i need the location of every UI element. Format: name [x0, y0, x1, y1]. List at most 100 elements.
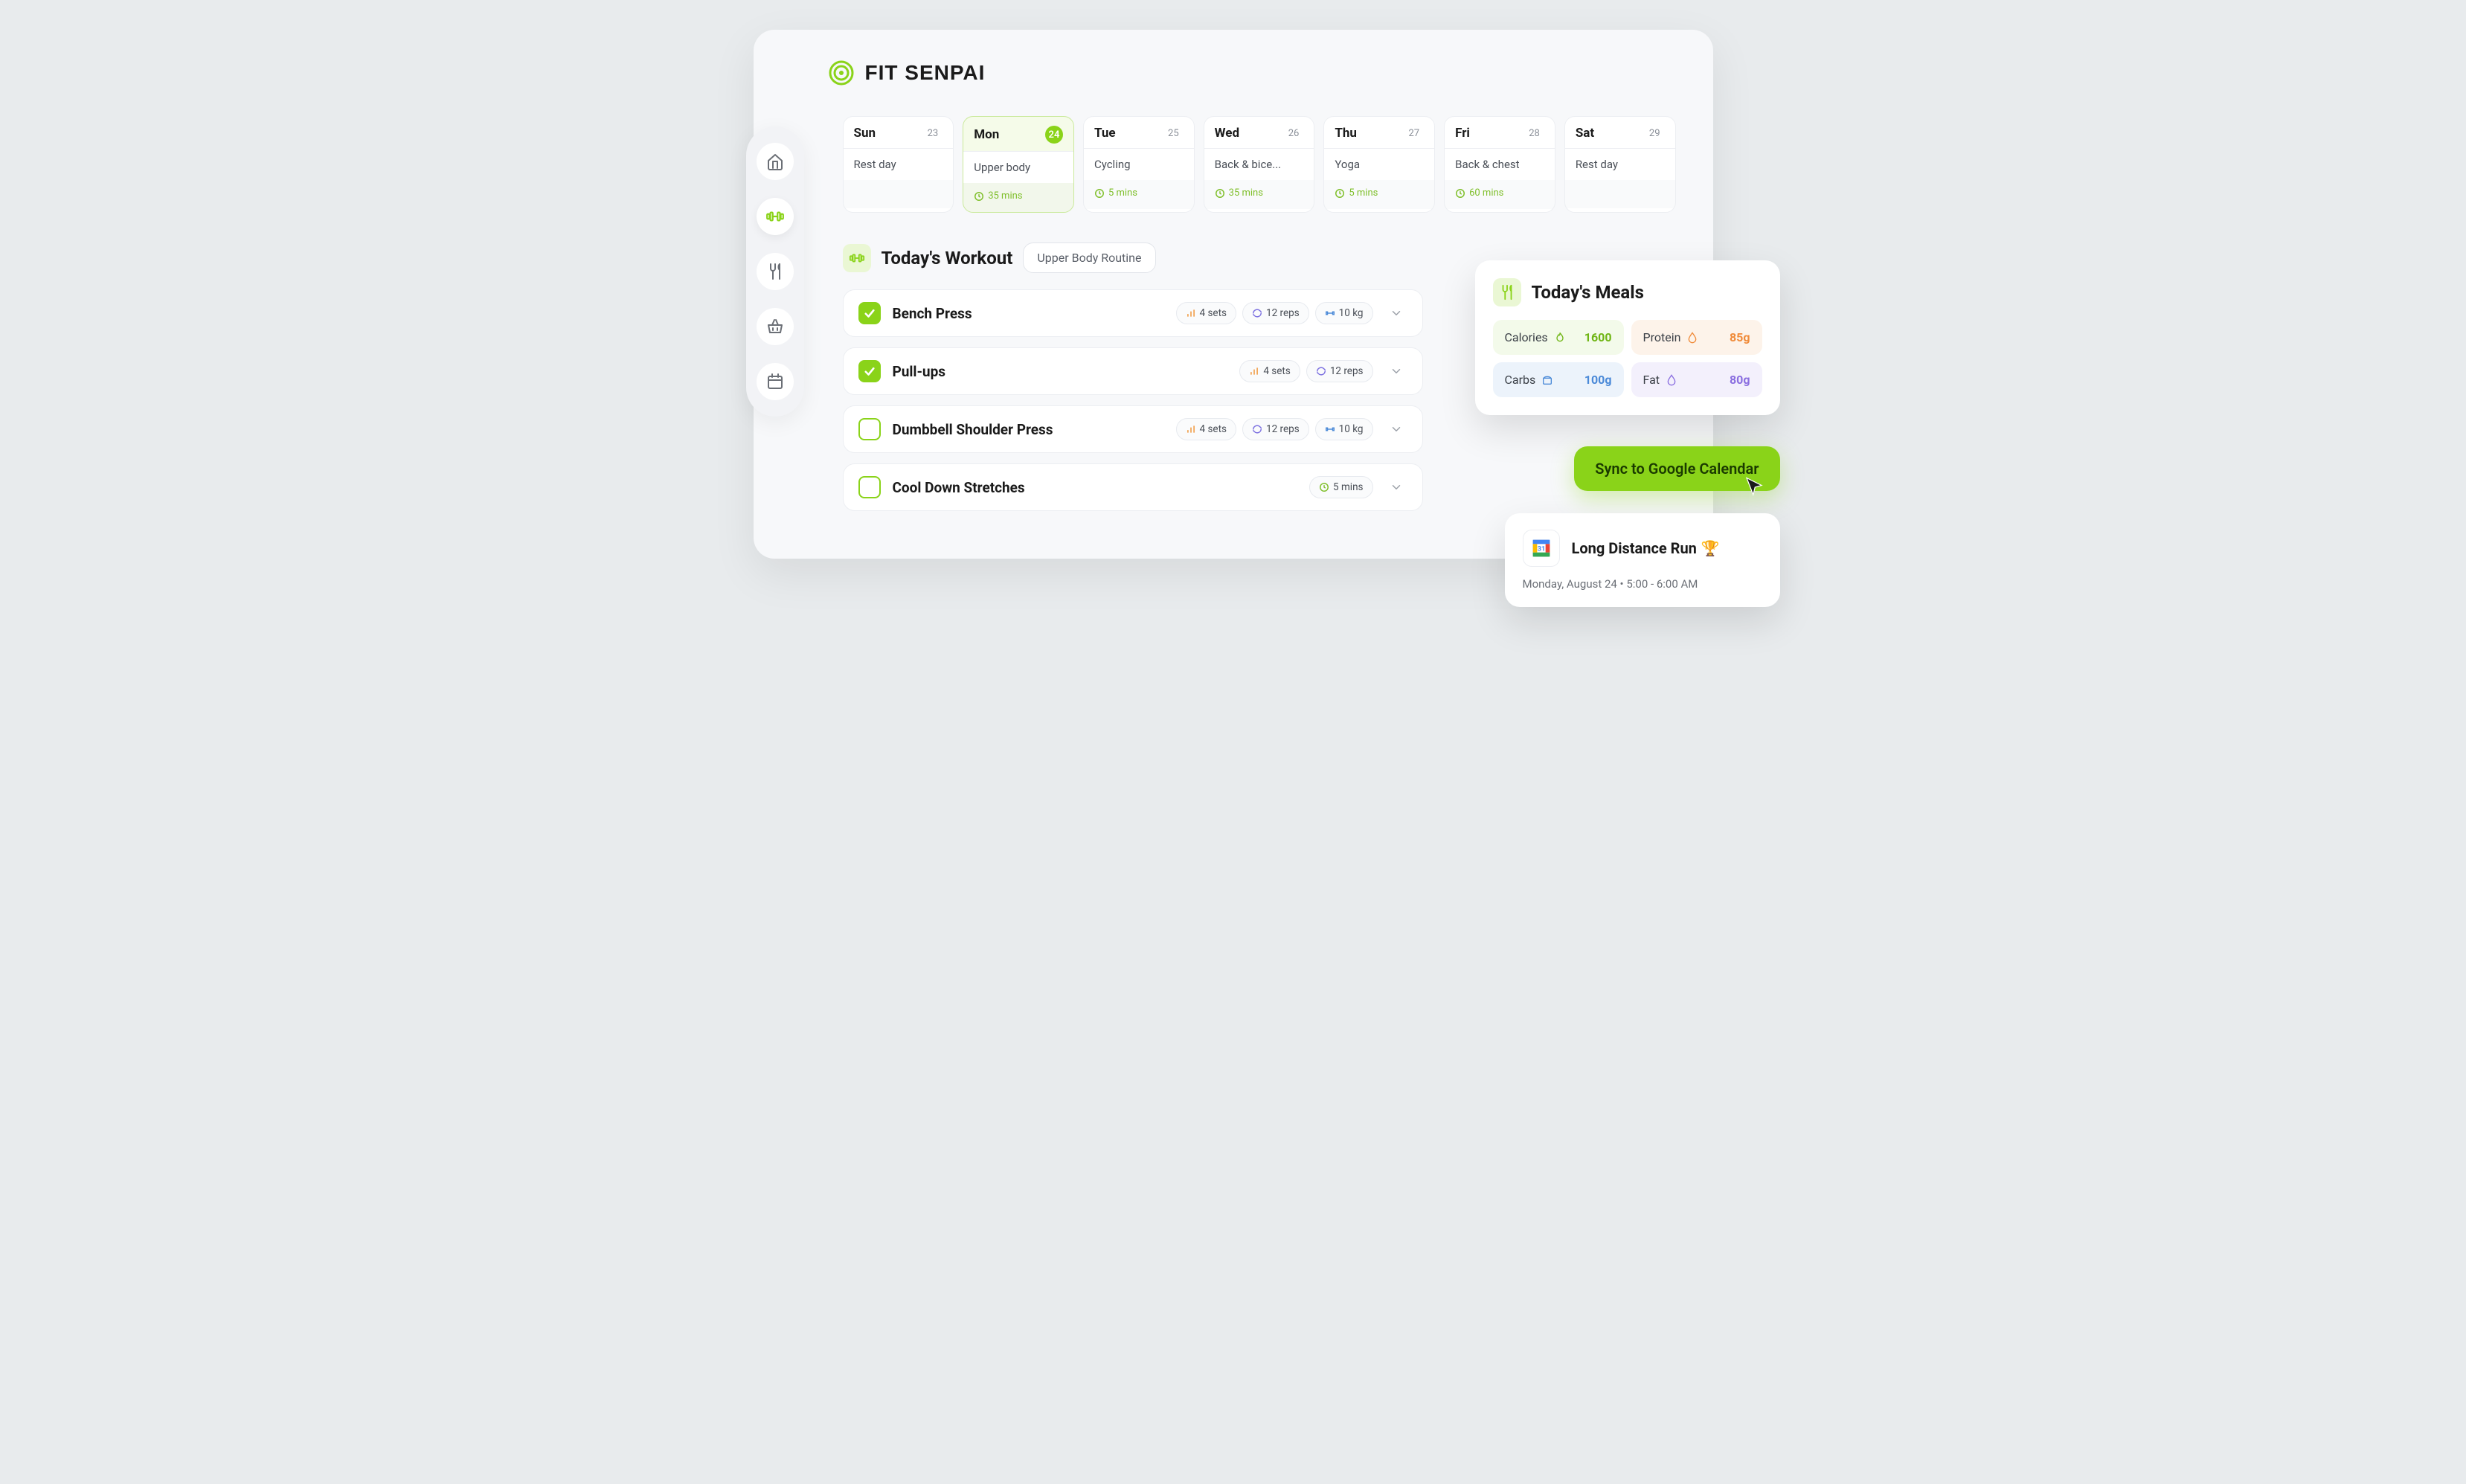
sidebar-item-workouts[interactable]	[757, 198, 794, 235]
bars-icon	[1249, 366, 1259, 376]
macro-value: 1600	[1584, 330, 1612, 344]
fork-knife-icon	[766, 263, 784, 280]
exercise-name: Bench Press	[893, 305, 1164, 322]
calendar-icon	[766, 373, 784, 391]
routine-chip[interactable]: Upper Body Routine	[1023, 242, 1155, 273]
sidebar-item-calendar[interactable]	[757, 363, 794, 400]
chevron-down-icon[interactable]	[1385, 423, 1407, 436]
day-duration: 60 mins	[1445, 180, 1555, 209]
day-date: 28	[1524, 126, 1544, 141]
bread-icon	[1541, 374, 1553, 386]
day-duration: 5 mins	[1324, 180, 1434, 209]
macro-label: Protein	[1643, 330, 1681, 344]
dumbbell-icon	[765, 207, 785, 226]
day-date: 26	[1284, 126, 1304, 141]
event-datetime: Monday, August 24 • 5:00 - 6:00 AM	[1523, 577, 1762, 591]
day-card-mon[interactable]: Mon24 Upper body 35 mins	[963, 116, 1074, 213]
day-activity: Yoga	[1324, 148, 1434, 180]
day-activity: Back & chest	[1445, 148, 1555, 180]
exercise-checkbox[interactable]	[858, 418, 881, 440]
day-activity: Upper body	[963, 151, 1073, 183]
day-card-wed[interactable]: Wed26 Back & bice... 35 mins	[1204, 116, 1315, 213]
day-date: 29	[1645, 126, 1665, 141]
workout-title: Today's Workout	[882, 248, 1013, 269]
clock-icon	[1215, 188, 1225, 199]
day-duration	[1565, 180, 1675, 208]
day-name: Fri	[1455, 126, 1470, 141]
macro-protein: Protein 85g	[1631, 320, 1762, 355]
meals-title: Today's Meals	[1532, 282, 1644, 303]
macro-label: Calories	[1505, 330, 1548, 344]
chevron-down-icon[interactable]	[1385, 364, 1407, 378]
flame-icon	[1554, 332, 1566, 344]
day-name: Thu	[1335, 126, 1357, 141]
macro-calories: Calories 1600	[1493, 320, 1624, 355]
chevron-down-icon[interactable]	[1385, 481, 1407, 494]
workout-section: Today's Workout Upper Body Routine Bench…	[843, 242, 1423, 511]
sidebar-item-home[interactable]	[757, 143, 794, 180]
day-activity: Rest day	[844, 148, 954, 180]
reps-chip: 12 reps	[1306, 360, 1373, 382]
repeat-icon	[1252, 308, 1262, 318]
app-card: FIT SENPAI	[754, 30, 1713, 559]
day-card-sun[interactable]: Sun23 Rest day	[843, 116, 954, 213]
day-name: Tue	[1094, 126, 1116, 141]
day-duration: 35 mins	[963, 183, 1073, 212]
google-calendar-icon: 31	[1523, 530, 1560, 567]
macro-value: 80g	[1730, 373, 1750, 387]
sidebar-item-meals[interactable]	[757, 253, 794, 290]
day-duration: 5 mins	[1084, 180, 1194, 209]
clock-icon	[974, 191, 984, 202]
weight-chip: 10 kg	[1315, 302, 1373, 324]
exercise-checkbox[interactable]	[858, 302, 881, 324]
sidebar-item-shopping[interactable]	[757, 308, 794, 345]
day-duration: 35 mins	[1204, 180, 1314, 209]
exercise-checkbox[interactable]	[858, 360, 881, 382]
day-name: Sat	[1576, 126, 1594, 141]
event-title: Long Distance Run 🏆	[1572, 539, 1720, 557]
droplet-icon	[1686, 332, 1698, 344]
target-icon	[828, 60, 855, 86]
exercise-row[interactable]: Bench Press 4 sets 12 reps 10 kg	[843, 289, 1423, 337]
svg-text:31: 31	[1537, 545, 1545, 553]
day-date: 24	[1045, 126, 1063, 144]
week-row: Sun23 Rest day Mon24 Upper body 35 mins …	[843, 116, 1676, 213]
basket-icon	[766, 318, 784, 335]
exercise-checkbox[interactable]	[858, 476, 881, 498]
dumbbell-small-icon	[1325, 308, 1335, 318]
home-icon	[766, 152, 784, 170]
clock-icon	[1455, 188, 1465, 199]
macro-label: Fat	[1643, 373, 1660, 387]
clock-icon	[1094, 188, 1105, 199]
day-duration	[844, 180, 954, 208]
meals-panel: Today's Meals Calories 1600 Protein 85g …	[1475, 260, 1780, 415]
reps-chip: 12 reps	[1242, 302, 1309, 324]
sync-calendar-button[interactable]: Sync to Google Calendar	[1574, 446, 1779, 491]
brand-name: FIT SENPAI	[865, 61, 986, 85]
day-date: 25	[1163, 126, 1184, 141]
day-card-thu[interactable]: Thu27 Yoga 5 mins	[1323, 116, 1435, 213]
exercise-row[interactable]: Pull-ups 4 sets 12 reps	[843, 347, 1423, 395]
brand-logo: FIT SENPAI	[828, 60, 1676, 86]
exercise-row[interactable]: Dumbbell Shoulder Press 4 sets 12 reps 1…	[843, 405, 1423, 453]
exercise-name: Dumbbell Shoulder Press	[893, 421, 1164, 438]
dumbbell-icon	[843, 244, 871, 272]
macro-value: 100g	[1584, 373, 1612, 387]
weight-chip: 10 kg	[1315, 418, 1373, 440]
chevron-down-icon[interactable]	[1385, 306, 1407, 320]
day-card-tue[interactable]: Tue25 Cycling 5 mins	[1083, 116, 1195, 213]
day-activity: Rest day	[1565, 148, 1675, 180]
bars-icon	[1186, 308, 1196, 318]
day-activity: Back & bice...	[1204, 148, 1314, 180]
macro-carbs: Carbs 100g	[1493, 362, 1624, 397]
reps-chip: 12 reps	[1242, 418, 1309, 440]
day-card-sat[interactable]: Sat 29 Rest day	[1564, 116, 1676, 213]
day-card-fri[interactable]: Fri 28 Back & chest 60 mins	[1444, 116, 1555, 213]
macro-value: 85g	[1730, 330, 1750, 344]
sidebar	[746, 126, 804, 417]
repeat-icon	[1316, 366, 1326, 376]
exercise-row[interactable]: Cool Down Stretches 5 mins	[843, 463, 1423, 511]
exercise-name: Pull-ups	[893, 363, 1228, 380]
droplet-icon	[1666, 374, 1677, 386]
day-date: 23	[923, 126, 943, 141]
